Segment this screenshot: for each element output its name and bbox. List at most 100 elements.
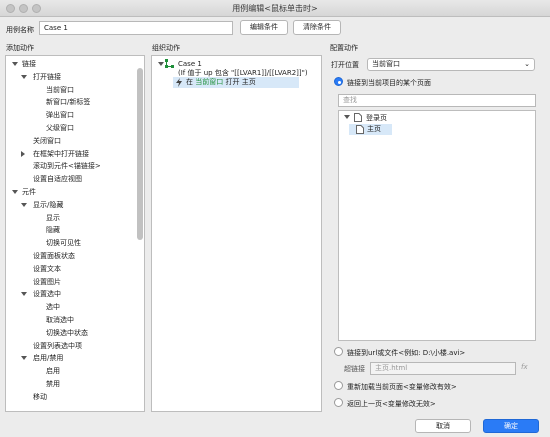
action-tree-item[interactable]: 打开链接 [6, 72, 134, 82]
action-tree-item[interactable]: 在框架中打开链接 [6, 149, 134, 159]
open-in-value: 当前窗口 [372, 60, 400, 68]
add-action-heading: 添加动作 [6, 44, 34, 52]
organize-action-heading: 组织动作 [152, 44, 180, 52]
expand-down-icon[interactable] [21, 74, 27, 79]
action-tree-item[interactable]: 设置文本 [6, 264, 134, 274]
expand-down-icon[interactable] [21, 292, 27, 297]
maximize-window-dot[interactable] [32, 4, 41, 13]
action-suffix: 打开 主页 [225, 78, 256, 86]
title-bar: 用例编辑<鼠标单击时> [0, 0, 550, 17]
action-tree-label: 设置图片 [33, 277, 61, 286]
action-tree-label: 选中 [46, 303, 60, 312]
organize-panel[interactable]: Case 1 (If 值于 up 包含 "[[LVAR1]]/[[LVAR2]]… [151, 55, 322, 412]
action-tree-label: 设置选中 [33, 290, 61, 299]
action-tree-item[interactable]: 隐藏 [6, 225, 134, 235]
expand-down-icon[interactable] [21, 356, 27, 361]
hyperlink-label: 超链接 [344, 365, 365, 373]
action-tree-item[interactable]: 切换可见性 [6, 238, 134, 248]
action-tree-item[interactable]: 父级窗口 [6, 123, 134, 133]
back-radio[interactable] [334, 398, 343, 407]
action-tree-item[interactable]: 设置图片 [6, 277, 134, 287]
page-tree-expand-arrow[interactable] [344, 115, 350, 119]
action-tree-item[interactable]: 新窗口/新标签 [6, 97, 134, 107]
action-tree-item[interactable]: 启用 [6, 366, 134, 376]
chevron-down-icon: ⌄ [524, 60, 530, 68]
action-tree-item[interactable]: 启用/禁用 [6, 353, 134, 363]
action-tree-item[interactable]: 当前窗口 [6, 85, 134, 95]
page-search-input[interactable]: 查找 [338, 94, 536, 107]
action-tree-item[interactable]: 取消选中 [6, 315, 134, 325]
action-tree-label: 弹出窗口 [46, 111, 74, 120]
action-tree-item[interactable]: 设置选中 [6, 289, 134, 299]
action-tree-label: 设置列表选中项 [33, 341, 82, 350]
lightning-icon [176, 78, 182, 87]
expand-right-icon[interactable] [21, 150, 25, 157]
action-tree-item[interactable]: 选中 [6, 302, 134, 312]
action-tree-label: 新窗口/新标签 [46, 98, 91, 107]
action-tree-item[interactable]: 显示/隐藏 [6, 200, 134, 210]
action-tree-item[interactable]: 切换选中状态 [6, 328, 134, 338]
action-tree-label: 切换可见性 [46, 239, 81, 248]
cancel-button[interactable]: 取消 [415, 419, 471, 433]
reload-label[interactable]: 重新加载当前页面<变量修改有效> [347, 382, 457, 392]
configure-action-heading: 配置动作 [330, 44, 358, 52]
ok-button[interactable]: 确定 [483, 419, 539, 433]
expand-down-icon[interactable] [21, 202, 27, 207]
page-icon [356, 125, 364, 134]
page-item-home-label: 主页 [367, 125, 381, 133]
hyperlink-input[interactable]: 主页.html [370, 362, 516, 375]
action-tree-label: 切换选中状态 [46, 328, 88, 337]
window-title: 用例编辑<鼠标单击时> [232, 4, 318, 13]
action-tree-item[interactable]: 关闭窗口 [6, 136, 134, 146]
link-to-page-radio[interactable] [334, 77, 343, 86]
clear-condition-button[interactable]: 清除条件 [293, 20, 341, 35]
minimize-window-dot[interactable] [19, 4, 28, 13]
page-tree-panel[interactable]: 登录页 主页 [338, 110, 536, 341]
action-tree-item[interactable]: 移动 [6, 392, 134, 402]
action-tree-item[interactable]: 设置自适应视图 [6, 174, 134, 184]
case-name-label: 用例名称 [6, 26, 34, 34]
link-to-url-label[interactable]: 链接到url或文件<例如: D:\小楼.avi> [347, 348, 465, 358]
page-item-login[interactable]: 登录页 [366, 113, 387, 123]
action-tree-item[interactable]: 设置列表选中项 [6, 341, 134, 351]
action-tree-label: 隐藏 [46, 226, 60, 235]
close-window-dot[interactable] [6, 4, 15, 13]
action-tree-item[interactable]: 禁用 [6, 379, 134, 389]
expand-down-icon[interactable] [12, 62, 18, 66]
open-in-label: 打开位置 [331, 61, 359, 69]
case-name-input[interactable]: Case 1 [39, 21, 233, 35]
back-label[interactable]: 返回上一页<变量修改无效> [347, 399, 436, 409]
link-to-url-radio[interactable] [334, 347, 343, 356]
case-label[interactable]: Case 1 [178, 60, 202, 68]
edit-condition-button[interactable]: 编辑条件 [240, 20, 288, 35]
action-row-selected[interactable]: 在 当前窗口 打开 主页 [173, 77, 299, 88]
action-tree-item[interactable]: 元件 [6, 187, 134, 197]
action-tree-item[interactable]: 弹出窗口 [6, 110, 134, 120]
fx-button[interactable]: fx [521, 363, 528, 371]
case-collapse-arrow[interactable] [158, 62, 164, 66]
page-item-home-selected[interactable]: 主页 [349, 124, 392, 135]
link-to-page-label[interactable]: 链接到当前项目的某个页面 [347, 78, 431, 88]
action-tree-label: 取消选中 [46, 316, 74, 324]
action-tree-label: 设置面板状态 [33, 252, 75, 260]
action-tree-label: 启用/禁用 [33, 354, 64, 363]
expand-down-icon[interactable] [12, 190, 18, 194]
case-editor-window: 用例编辑<鼠标单击时> 用例名称 Case 1 编辑条件 清除条件 添加动作 组… [0, 0, 550, 437]
case-tree-icon [165, 59, 174, 68]
actions-scrollbar[interactable] [137, 68, 143, 240]
action-tree-item[interactable]: 链接 [6, 59, 134, 69]
configure-panel: 打开位置 当前窗口 ⌄ 链接到当前项目的某个页面 查找 登录页 主页 链接到ur… [328, 55, 544, 412]
action-tree-label: 显示/隐藏 [33, 200, 64, 209]
actions-tree-panel[interactable]: 链接打开链接当前窗口新窗口/新标签 弹出窗口父级窗口关闭窗口在框架中打开链接 滚动到… [5, 55, 145, 412]
action-tree-label: 当前窗口 [46, 85, 74, 94]
action-tree-item[interactable]: 设置面板状态 [6, 251, 134, 261]
action-tree-label: 设置文本 [33, 264, 61, 273]
action-tree-item[interactable]: 滚动到元件<锚链接> [6, 161, 134, 171]
reload-radio[interactable] [334, 381, 343, 390]
action-tree-label: 启用 [46, 367, 60, 376]
action-tree-label: 显示 [46, 213, 60, 222]
page-icon [354, 113, 362, 122]
open-in-select[interactable]: 当前窗口 ⌄ [367, 58, 535, 71]
action-tree-item[interactable]: 显示 [6, 213, 134, 223]
action-tree-label: 元件 [22, 188, 36, 196]
